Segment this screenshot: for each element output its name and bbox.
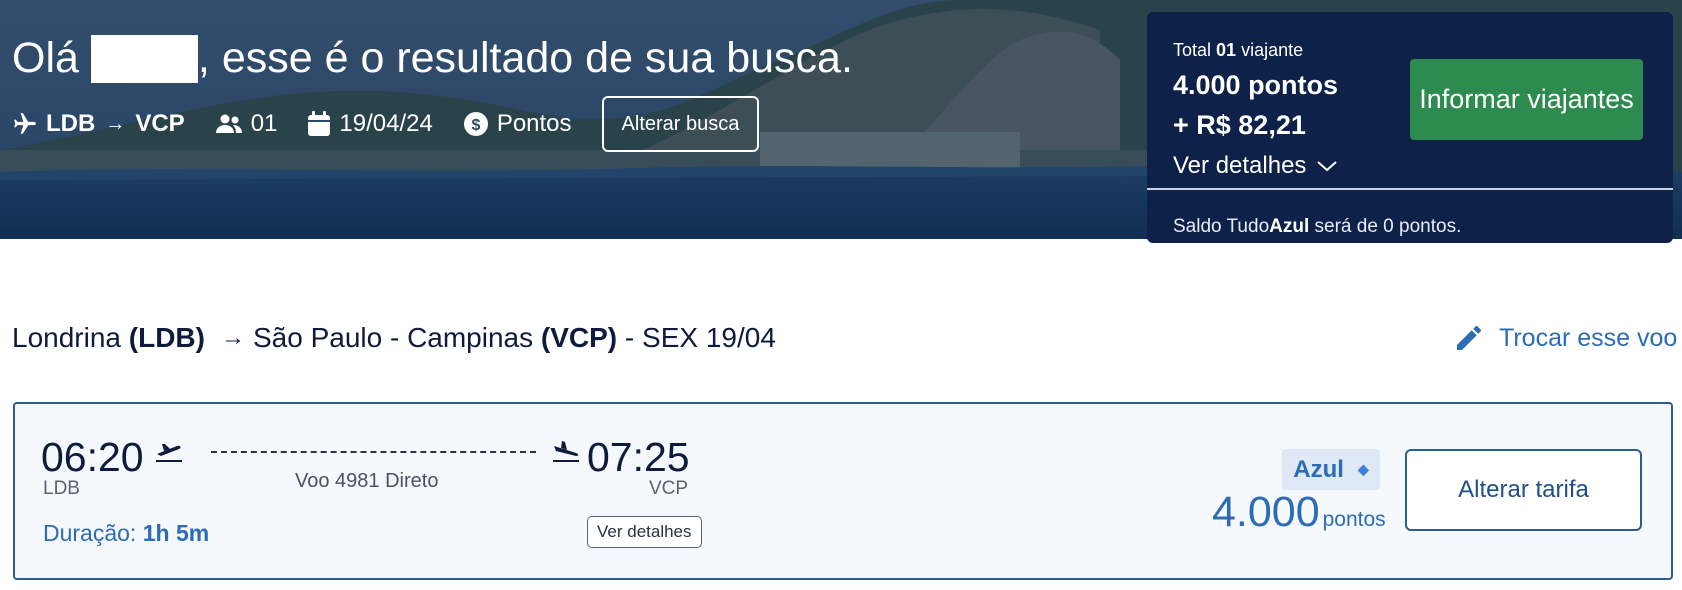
people-icon bbox=[215, 114, 242, 133]
origin-city: Londrina bbox=[12, 322, 121, 353]
flight-info: Voo 4981 Direto bbox=[295, 470, 439, 492]
flight-details-button[interactable]: Ver detalhes bbox=[587, 516, 702, 548]
destination-code: VCP bbox=[135, 110, 185, 137]
inform-travelers-button[interactable]: Informar viajantes bbox=[1410, 59, 1643, 140]
redacted-user-name bbox=[90, 34, 198, 83]
greeting-suffix: , esse é o resultado de sua busca. bbox=[197, 34, 853, 82]
landing-icon bbox=[553, 441, 579, 462]
alter-fare-button[interactable]: Alterar tarifa bbox=[1405, 449, 1642, 531]
price-amount: 4.000 bbox=[1212, 488, 1320, 536]
route-arrow-icon: → bbox=[105, 112, 126, 135]
calendar-icon bbox=[308, 111, 331, 136]
chevron-down-icon bbox=[1317, 161, 1338, 172]
arrival-code: VCP bbox=[649, 478, 689, 499]
traveler-total-count: 01 bbox=[1216, 40, 1237, 60]
coin-icon: $ bbox=[463, 112, 488, 136]
alter-search-button[interactable]: Alterar busca bbox=[601, 96, 760, 152]
greeting-prefix: Olá bbox=[12, 34, 79, 82]
destination-code-heading: (VCP) bbox=[540, 322, 618, 353]
destination-city: São Paulo - Campinas bbox=[252, 322, 534, 353]
fare-price: 4.000 pontos bbox=[1212, 488, 1386, 537]
arrival-time: 07:25 bbox=[587, 434, 690, 480]
passenger-count: 01 bbox=[215, 110, 278, 138]
origin-code-heading: (LDB) bbox=[128, 322, 205, 353]
view-details-link[interactable]: Ver detalhes bbox=[1173, 152, 1338, 180]
summary-divider bbox=[1147, 188, 1673, 190]
route-heading-arrow-icon: → bbox=[220, 324, 245, 351]
traveler-total: Total 01 viajante bbox=[1173, 40, 1303, 61]
balance-brand: Azul bbox=[1269, 216, 1310, 237]
search-summary: LDB → VCP 01 19/04/24 $ Pontos Alterar b… bbox=[12, 96, 760, 152]
flight-duration: Duração: 1h 5m bbox=[43, 520, 209, 547]
payment-type: $ Pontos bbox=[463, 110, 572, 138]
price-unit: pontos bbox=[1322, 508, 1386, 531]
fare-name: Azul bbox=[1293, 455, 1344, 483]
greeting-heading: Olá , esse é o resultado de sua busca. bbox=[12, 34, 853, 83]
diamond-icon: ◆ bbox=[1357, 461, 1369, 477]
traveler-total-prefix: Total bbox=[1173, 40, 1212, 60]
travel-date-value: 19/04/24 bbox=[339, 110, 433, 137]
booking-summary-card: Total 01 viajante 4.000 pontos + R$ 82,2… bbox=[1147, 12, 1673, 243]
route-summary: LDB → VCP bbox=[12, 110, 185, 138]
flight-option-card[interactable]: 06:20 LDB Voo 4981 Direto 07:25 VCP Dura… bbox=[13, 402, 1673, 580]
takeoff-icon bbox=[156, 444, 182, 462]
swap-flight-label: Trocar esse voo bbox=[1499, 323, 1678, 352]
fare-badge: Azul ◆ bbox=[1282, 449, 1380, 490]
svg-text:$: $ bbox=[471, 117, 480, 134]
origin-code: LDB bbox=[46, 110, 96, 137]
travel-date: 19/04/24 bbox=[307, 110, 433, 138]
route-heading: Londrina (LDB) → São Paulo - Campinas (V… bbox=[12, 322, 776, 354]
balance-prefix: Saldo Tudo bbox=[1173, 216, 1270, 237]
departure-code: LDB bbox=[43, 478, 80, 499]
total-points: 4.000 pontos bbox=[1173, 70, 1339, 100]
passenger-count-value: 01 bbox=[250, 110, 278, 137]
duration-value: 1h 5m bbox=[142, 520, 210, 546]
pencil-icon bbox=[1457, 325, 1481, 350]
departure-time: 06:20 bbox=[41, 434, 144, 480]
airplane-icon bbox=[14, 113, 36, 134]
flight-path-line bbox=[211, 451, 536, 453]
total-fees: + R$ 82,21 bbox=[1173, 110, 1306, 140]
traveler-total-suffix: viajante bbox=[1241, 40, 1304, 60]
view-details-label: Ver detalhes bbox=[1173, 152, 1307, 179]
payment-type-value: Pontos bbox=[496, 110, 572, 137]
duration-label: Duração: bbox=[43, 520, 137, 546]
balance-suffix: será de 0 pontos. bbox=[1314, 216, 1462, 237]
swap-flight-link[interactable]: Trocar esse voo bbox=[1453, 322, 1677, 354]
route-date: - SEX 19/04 bbox=[624, 322, 776, 353]
points-balance: Saldo TudoAzul será de 0 pontos. bbox=[1173, 216, 1461, 238]
